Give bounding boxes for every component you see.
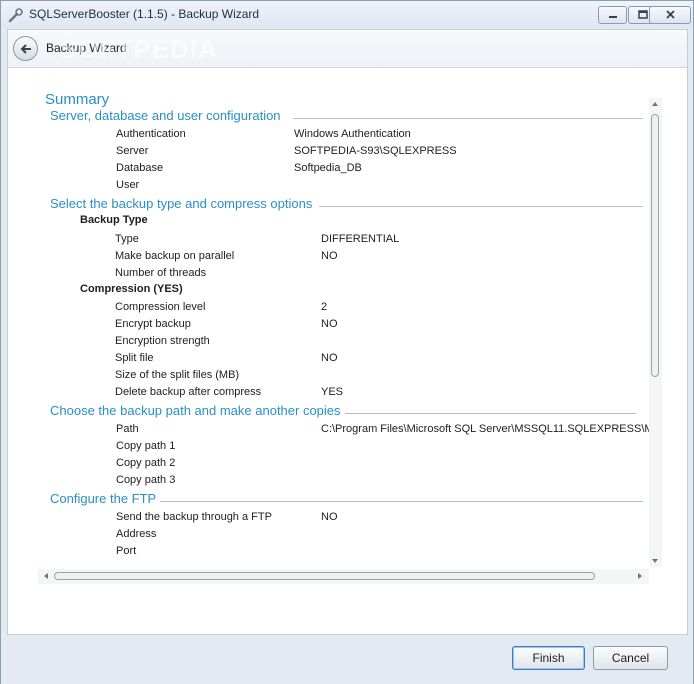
back-arrow-icon	[20, 44, 31, 54]
row-value: SOFTPEDIA-S93\SQLEXPRESS	[294, 145, 457, 157]
vertical-scroll-thumb[interactable]	[651, 114, 659, 377]
finish-button[interactable]: Finish	[512, 646, 585, 670]
scroll-left-icon[interactable]	[44, 573, 48, 579]
row-label: Size of the split files (MB)	[115, 369, 240, 381]
section-title-path: Choose the backup path and make another …	[50, 403, 341, 418]
wrench-icon	[8, 8, 23, 23]
horizontal-scrollbar[interactable]	[38, 569, 649, 584]
section-divider	[345, 413, 636, 414]
wizard-header: Backup Wizard SOFTPEDIA	[8, 30, 687, 68]
row-label: Split file	[115, 352, 154, 364]
softpedia-watermark: SOFTPEDIA	[60, 34, 218, 64]
row-value: NO	[321, 352, 338, 364]
row-label: Send the backup through a FTP	[116, 511, 272, 523]
row-label: Compression level	[115, 301, 206, 313]
row-label: Copy path 3	[116, 474, 176, 486]
vertical-scrollbar[interactable]	[649, 98, 662, 567]
summary-scroll-area[interactable]: Server, database and user configuration …	[38, 98, 662, 585]
row-value: YES	[321, 386, 344, 398]
row-label: Type	[115, 233, 139, 245]
backup-wizard-window: SQLServerBooster (1.1.5) - Backup Wizard…	[0, 0, 694, 684]
row-label: Authentication	[116, 128, 186, 140]
row-label: Encryption strength	[115, 335, 210, 347]
row-value: NO	[321, 511, 338, 523]
maximize-icon	[638, 10, 648, 19]
back-button[interactable]	[13, 36, 38, 61]
close-button[interactable]	[649, 6, 691, 24]
section-title-backup-type: Select the backup type and compress opti…	[50, 196, 313, 211]
row-label: Make backup on parallel	[115, 250, 235, 262]
title-bar[interactable]: SQLServerBooster (1.1.5) - Backup Wizard	[1, 1, 693, 28]
row-label: Number of threads	[115, 267, 207, 279]
row-value: 2	[321, 301, 328, 313]
row-label: Address	[116, 528, 157, 540]
cancel-button[interactable]: Cancel	[593, 646, 668, 670]
section-title-ftp: Configure the FTP	[50, 491, 157, 506]
row-label: Port	[116, 545, 137, 557]
window-title: SQLServerBooster (1.1.5) - Backup Wizard	[29, 7, 260, 21]
row-label: User	[116, 179, 140, 191]
scroll-right-icon[interactable]	[638, 573, 642, 579]
close-icon	[666, 10, 675, 19]
minimize-button[interactable]	[598, 6, 627, 24]
row-label: Copy path 2	[116, 457, 176, 469]
section-divider	[293, 118, 643, 119]
section-title-server: Server, database and user configuration	[50, 108, 281, 123]
scroll-down-icon[interactable]	[652, 559, 658, 563]
row-value: NO	[321, 250, 338, 262]
subheading-compression: Compression (YES)	[80, 283, 183, 295]
section-divider	[319, 206, 643, 207]
row-label: Database	[116, 162, 164, 174]
row-value: DIFFERENTIAL	[321, 233, 400, 245]
row-value: C:\Program Files\Microsoft SQL Server\MS…	[321, 423, 662, 435]
row-value: Windows Authentication	[294, 128, 411, 140]
wizard-footer: Finish Cancel	[1, 636, 693, 684]
row-value: NO	[321, 318, 338, 330]
subheading-backup-type: Backup Type	[80, 214, 148, 226]
row-label: Encrypt backup	[115, 318, 191, 330]
horizontal-scroll-thumb[interactable]	[54, 572, 595, 580]
minimize-icon	[609, 16, 617, 18]
section-divider	[160, 501, 643, 502]
row-label: Copy path 1	[116, 440, 176, 452]
row-value: Softpedia_DB	[294, 162, 362, 174]
row-label: Path	[116, 423, 139, 435]
scroll-up-icon[interactable]	[652, 102, 658, 106]
row-label: Server	[116, 145, 149, 157]
row-label: Delete backup after compress	[115, 386, 262, 398]
